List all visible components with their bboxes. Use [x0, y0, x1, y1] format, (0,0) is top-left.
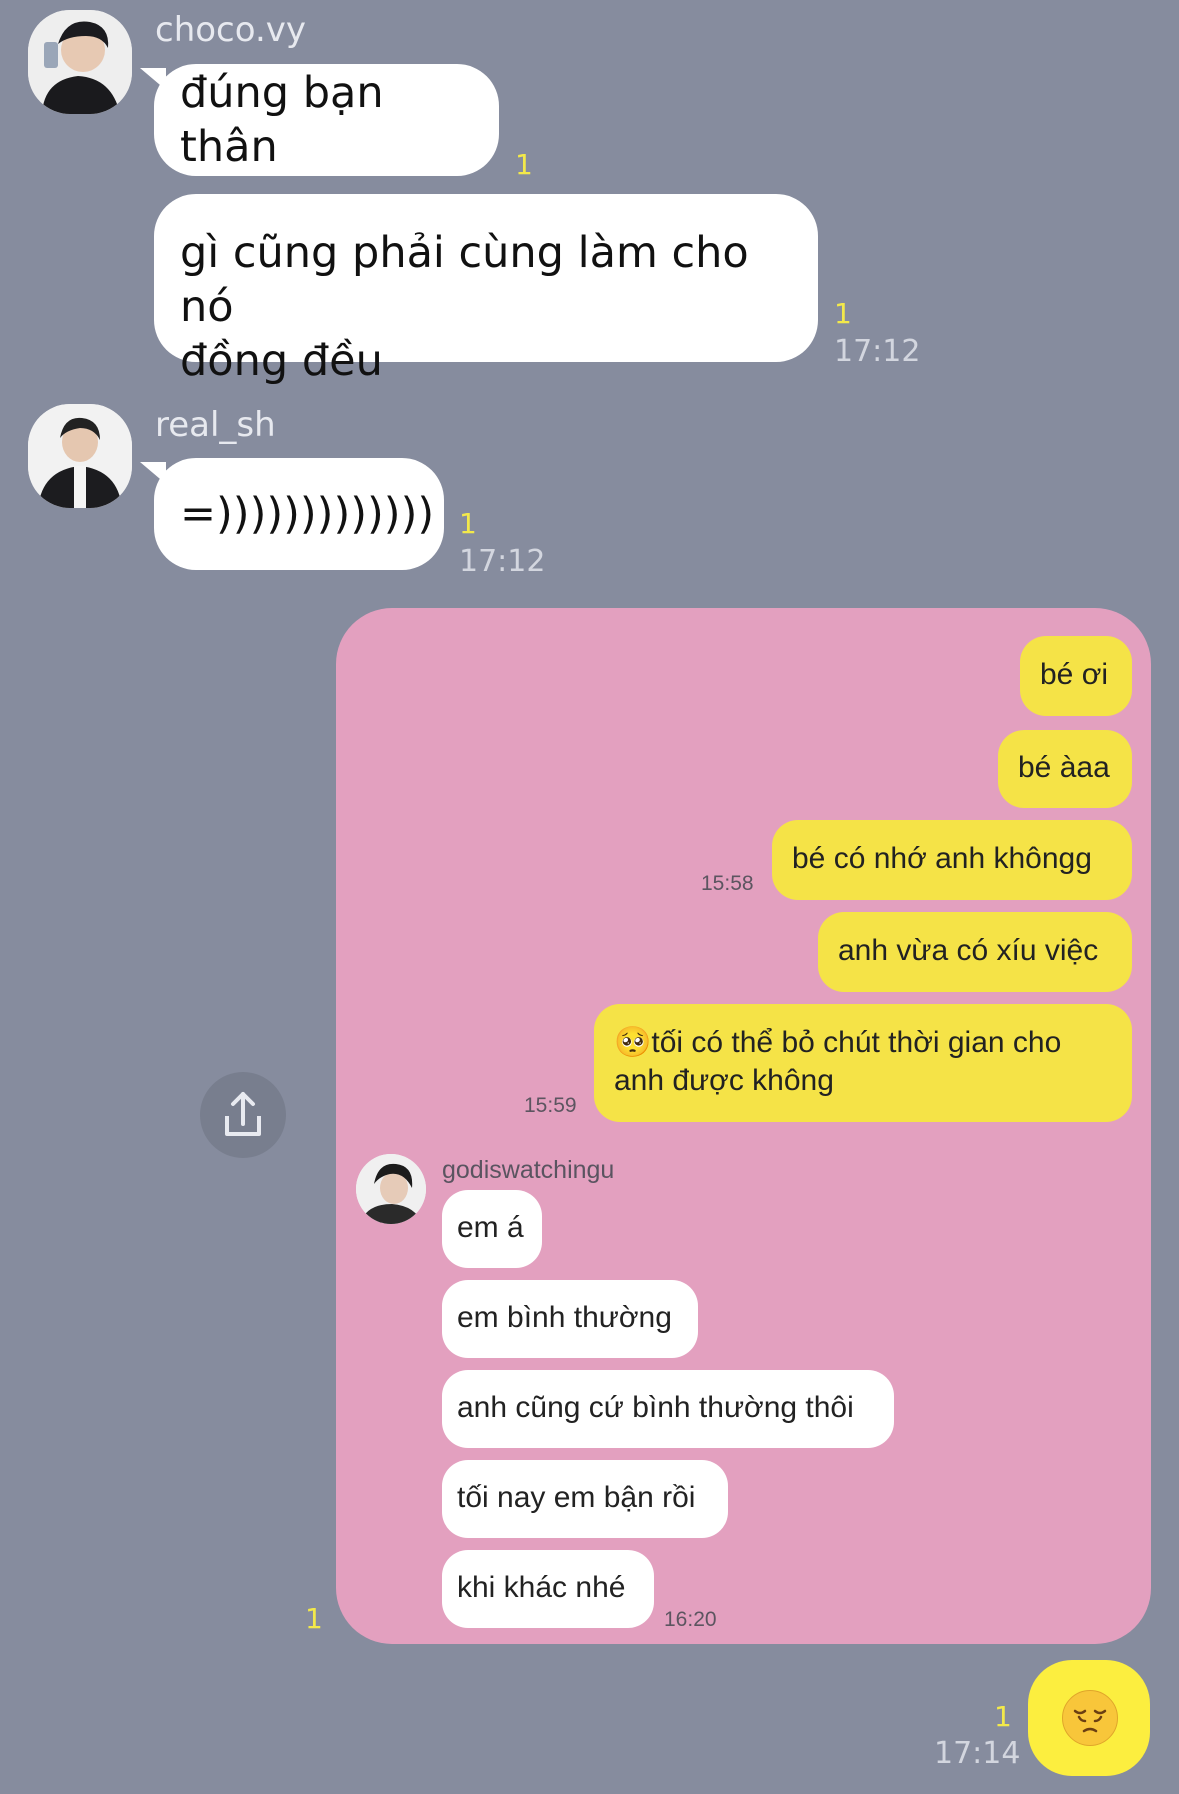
unread-count: 1: [994, 1700, 1012, 1733]
bubble-text-line: tối có thể bỏ chút thời gian cho: [651, 1026, 1062, 1059]
outgoing-bubble: anh vừa có xíu việc: [818, 912, 1132, 992]
incoming-bubble: tối nay em bận rồi: [442, 1460, 728, 1538]
incoming-bubble: em bình thường: [442, 1280, 698, 1358]
outgoing-bubble: bé ơi: [1020, 636, 1132, 716]
bubble-text: bé àaa: [1018, 751, 1110, 784]
sender-name: choco.vy: [155, 10, 306, 50]
bubble-time: 15:58: [701, 872, 754, 895]
bubble-text: em bình thường: [457, 1301, 672, 1334]
emoji-message-bubble[interactable]: [1028, 1660, 1150, 1776]
message-text-line: đồng đều: [180, 336, 383, 386]
avatar-choco-vy[interactable]: [28, 10, 132, 114]
bubble-text: bé có nhớ anh khôngg: [792, 842, 1092, 875]
unread-count: 1: [305, 1602, 323, 1635]
unread-count: 1: [834, 297, 852, 330]
message-text: đúng bạn thân: [180, 68, 384, 172]
outgoing-bubble: bé àaa: [998, 730, 1132, 808]
incoming-bubble: khi khác nhé: [442, 1550, 654, 1628]
reply-avatar: [356, 1154, 426, 1224]
message-text: =))))))))))))): [180, 489, 435, 539]
outgoing-bubble: bé có nhớ anh khôngg: [772, 820, 1132, 900]
shared-screenshot-card[interactable]: bé ơi bé àaa 15:58 bé có nhớ anh khôngg …: [336, 608, 1151, 1644]
bubble-time: 16:20: [664, 1608, 717, 1631]
message-bubble[interactable]: đúng bạn thân: [154, 64, 499, 176]
incoming-bubble: em á: [442, 1190, 542, 1268]
pensive-face-icon: [1062, 1690, 1118, 1746]
unread-count: 1: [459, 507, 477, 540]
share-button[interactable]: [200, 1072, 286, 1158]
share-upload-icon: [225, 1092, 261, 1136]
bubble-text: tối nay em bận rồi: [457, 1481, 696, 1514]
bubble-text: bé ơi: [1040, 658, 1109, 691]
message-text-line: gì cũng phải cùng làm cho nó: [180, 228, 749, 332]
unread-count: 1: [515, 148, 533, 181]
message-bubble[interactable]: =))))))))))))): [154, 458, 444, 570]
avatar-real-sh[interactable]: [28, 404, 132, 508]
sender-name: real_sh: [155, 405, 276, 445]
incoming-bubble: anh cũng cứ bình thường thôi: [442, 1370, 894, 1448]
bubble-text: anh vừa có xíu việc: [838, 934, 1099, 967]
pleading-face-emoji: 🥺: [614, 1026, 652, 1059]
bubble-time: 15:59: [524, 1094, 577, 1117]
bubble-text: khi khác nhé: [457, 1571, 626, 1604]
message-time: 17:14: [934, 1736, 1021, 1771]
bubble-text-line: anh được không: [614, 1064, 834, 1097]
reply-sender-name: godiswatchingu: [442, 1156, 615, 1184]
message-time: 17:12: [834, 334, 921, 369]
bubble-text: em á: [457, 1211, 524, 1244]
bubble-text: anh cũng cứ bình thường thôi: [457, 1391, 854, 1424]
outgoing-bubble: 🥺tối có thể bỏ chút thời gian cho anh đư…: [594, 1004, 1132, 1122]
message-bubble[interactable]: gì cũng phải cùng làm cho nó đồng đều: [154, 194, 818, 386]
message-time: 17:12: [459, 544, 546, 579]
